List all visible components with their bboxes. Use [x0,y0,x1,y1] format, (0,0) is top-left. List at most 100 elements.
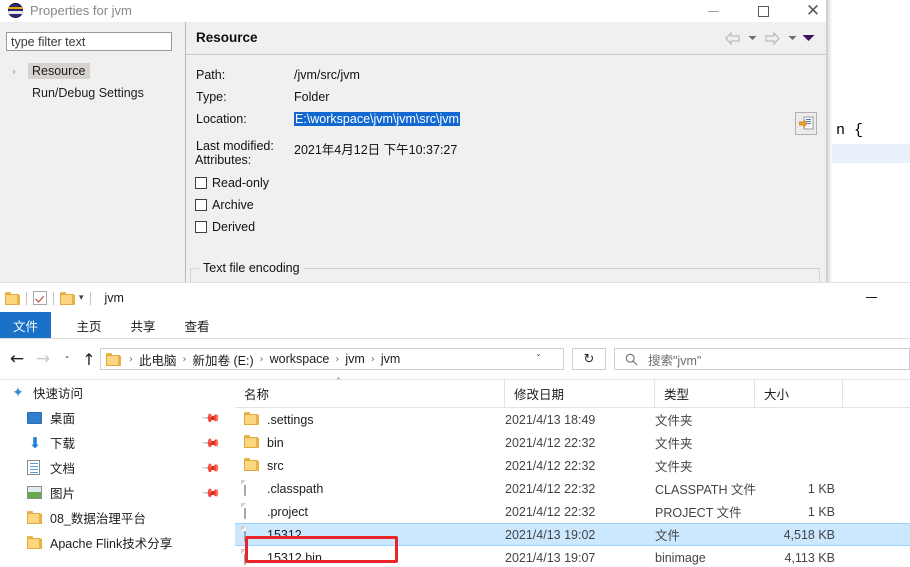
file-name: bin [267,435,284,450]
view-menu-icon[interactable] [800,29,816,47]
pin-icon[interactable]: 📌 [201,408,221,428]
checkbox-archive[interactable]: Archive [195,194,269,216]
eclipse-globe-icon [8,3,23,18]
up-button[interactable]: ↑ [78,349,100,369]
edit-location-button[interactable] [795,112,817,135]
tab-share[interactable]: 共享 [116,312,170,338]
forward-arrow-icon[interactable] [760,29,784,47]
filter-input-text: type filter text [11,35,86,49]
settings-tree: › Resource Run/Debug Settings [0,60,185,104]
sidebar-item-resource[interactable]: › Resource [0,60,185,82]
nav-item-label: 图片 [50,487,76,501]
breadcrumb-item-2[interactable]: workspace [270,352,330,366]
column-header-date[interactable]: 修改日期 [505,380,655,407]
dialog-minimize-button[interactable] [690,0,736,22]
nav-item-apache-flink[interactable]: Apache Flink技术分享 [0,530,235,555]
field-value: 2021年4月12日 下午10:37:27 [294,143,458,157]
file-name: src [267,458,284,473]
file-date: 2021/4/13 19:02 [505,527,596,542]
new-folder-icon[interactable] [60,291,75,305]
tab-view[interactable]: 查看 [170,312,224,338]
minimize-icon [707,10,719,12]
dialog-close-button[interactable]: ✕ [790,0,836,22]
file-date: 2021/4/13 19:07 [505,550,596,565]
column-header-type[interactable]: 类型 [655,380,755,407]
refresh-button[interactable]: ↻ [572,348,606,370]
breadcrumb-item-3[interactable]: jvm [345,352,364,366]
file-date: 2021/4/12 22:32 [505,504,596,519]
window-shadow [826,0,832,285]
checkbox-derived[interactable]: Derived [195,216,269,238]
properties-check-icon[interactable] [33,291,47,305]
sidebar-item-label: Resource [28,63,90,79]
folder-icon [244,411,260,428]
breadcrumb-dropdown-icon[interactable]: ˇ [536,354,541,365]
breadcrumb-separator: › [182,353,187,365]
pin-icon[interactable]: 📌 [201,483,221,503]
checkbox-box[interactable] [195,177,207,189]
nav-item-quick-access[interactable]: ✦ 快速访问 [0,380,235,405]
table-row[interactable]: .project 2021/4/12 22:32 PROJECT 文件 1 KB [235,500,910,523]
back-menu-chevron-down-icon[interactable] [744,29,760,47]
back-arrow-icon[interactable] [720,29,744,47]
file-name-cell: .classpath [235,479,323,497]
page-header-divider [186,54,826,55]
file-date: 2021/4/12 22:32 [505,481,596,496]
forward-menu-chevron-down-icon[interactable] [784,29,800,47]
table-row[interactable]: .classpath 2021/4/12 22:32 CLASSPATH 文件 … [235,477,910,500]
recent-locations-button[interactable]: ˇ [56,351,78,371]
breadcrumb-item-4[interactable]: jvm [381,352,400,366]
checkbox-box[interactable] [195,221,207,233]
column-header-size[interactable]: 大小 [755,380,843,407]
sort-ascending-icon: ˄ [336,377,341,388]
table-row[interactable]: .settings 2021/4/13 18:49 文件夹 [235,408,910,431]
folder-icon [106,352,121,366]
checkbox-read-only[interactable]: Read-only [195,172,269,194]
star-icon: ✦ [12,384,24,401]
explorer-minimize-button[interactable] [848,283,894,312]
field-label: Location: [196,112,247,126]
field-path: Path: /jvm/src/jvm [196,66,816,88]
tab-file[interactable]: 文件 [0,312,51,338]
file-date: 2021/4/13 18:49 [505,412,596,427]
folder-icon[interactable] [5,291,20,305]
table-row[interactable]: bin 2021/4/12 22:32 文件夹 [235,431,910,454]
annotation-highlight-rectangle [245,536,398,563]
breadcrumb-item-0[interactable]: 此电脑 [139,350,177,369]
nav-item-pictures[interactable]: 图片 📌 [0,480,235,505]
explorer-title-bar: ▾ jvm [0,283,910,312]
search-input[interactable]: 搜索"jvm" [614,348,910,370]
pin-icon[interactable]: 📌 [201,458,221,478]
sidebar-item-run-debug-settings[interactable]: Run/Debug Settings [0,82,185,104]
expander-icon[interactable]: › [0,65,28,78]
file-name: .settings [267,412,314,427]
divider [26,291,27,305]
explorer-window-title: jvm [104,291,124,305]
breadcrumb-item-1[interactable]: 新加卷 (E:) [193,350,254,369]
dialog-maximize-button[interactable] [740,0,786,22]
nav-item-desktop[interactable]: 桌面 📌 [0,405,235,430]
field-location: Location: E:\workspace\jvm\jvm\src\jvm [196,110,816,132]
nav-item-data-platform[interactable]: 08_数据治理平台 [0,505,235,530]
editor-code-fragment: n { [836,122,864,139]
chevron-down-icon[interactable]: ▾ [79,293,84,303]
file-name-cell: .settings [235,411,314,428]
nav-item-downloads[interactable]: ⬇ 下载 📌 [0,430,235,455]
pictures-icon [27,485,43,501]
nav-item-documents[interactable]: 文档 📌 [0,455,235,480]
breadcrumb[interactable]: › 此电脑 › 新加卷 (E:) › workspace › jvm › jvm… [100,348,564,370]
tab-home[interactable]: 主页 [62,312,116,338]
checkbox-box[interactable] [195,199,207,211]
forward-button[interactable]: → [32,349,54,369]
column-header-label: 名称 [244,388,270,402]
editor-highlighted-line [832,144,910,163]
pin-icon[interactable]: 📌 [201,433,221,453]
column-header-name[interactable]: 名称 ˄ [235,377,505,407]
table-row[interactable]: src 2021/4/12 22:32 文件夹 [235,454,910,477]
file-name: .project [267,504,308,519]
field-value-selected[interactable]: E:\workspace\jvm\jvm\src\jvm [294,112,460,126]
attributes-label: Attributes: [195,153,252,167]
back-button[interactable]: ← [6,349,28,369]
filter-input[interactable]: type filter text [6,32,172,51]
file-size: 4,113 KB [784,550,835,565]
